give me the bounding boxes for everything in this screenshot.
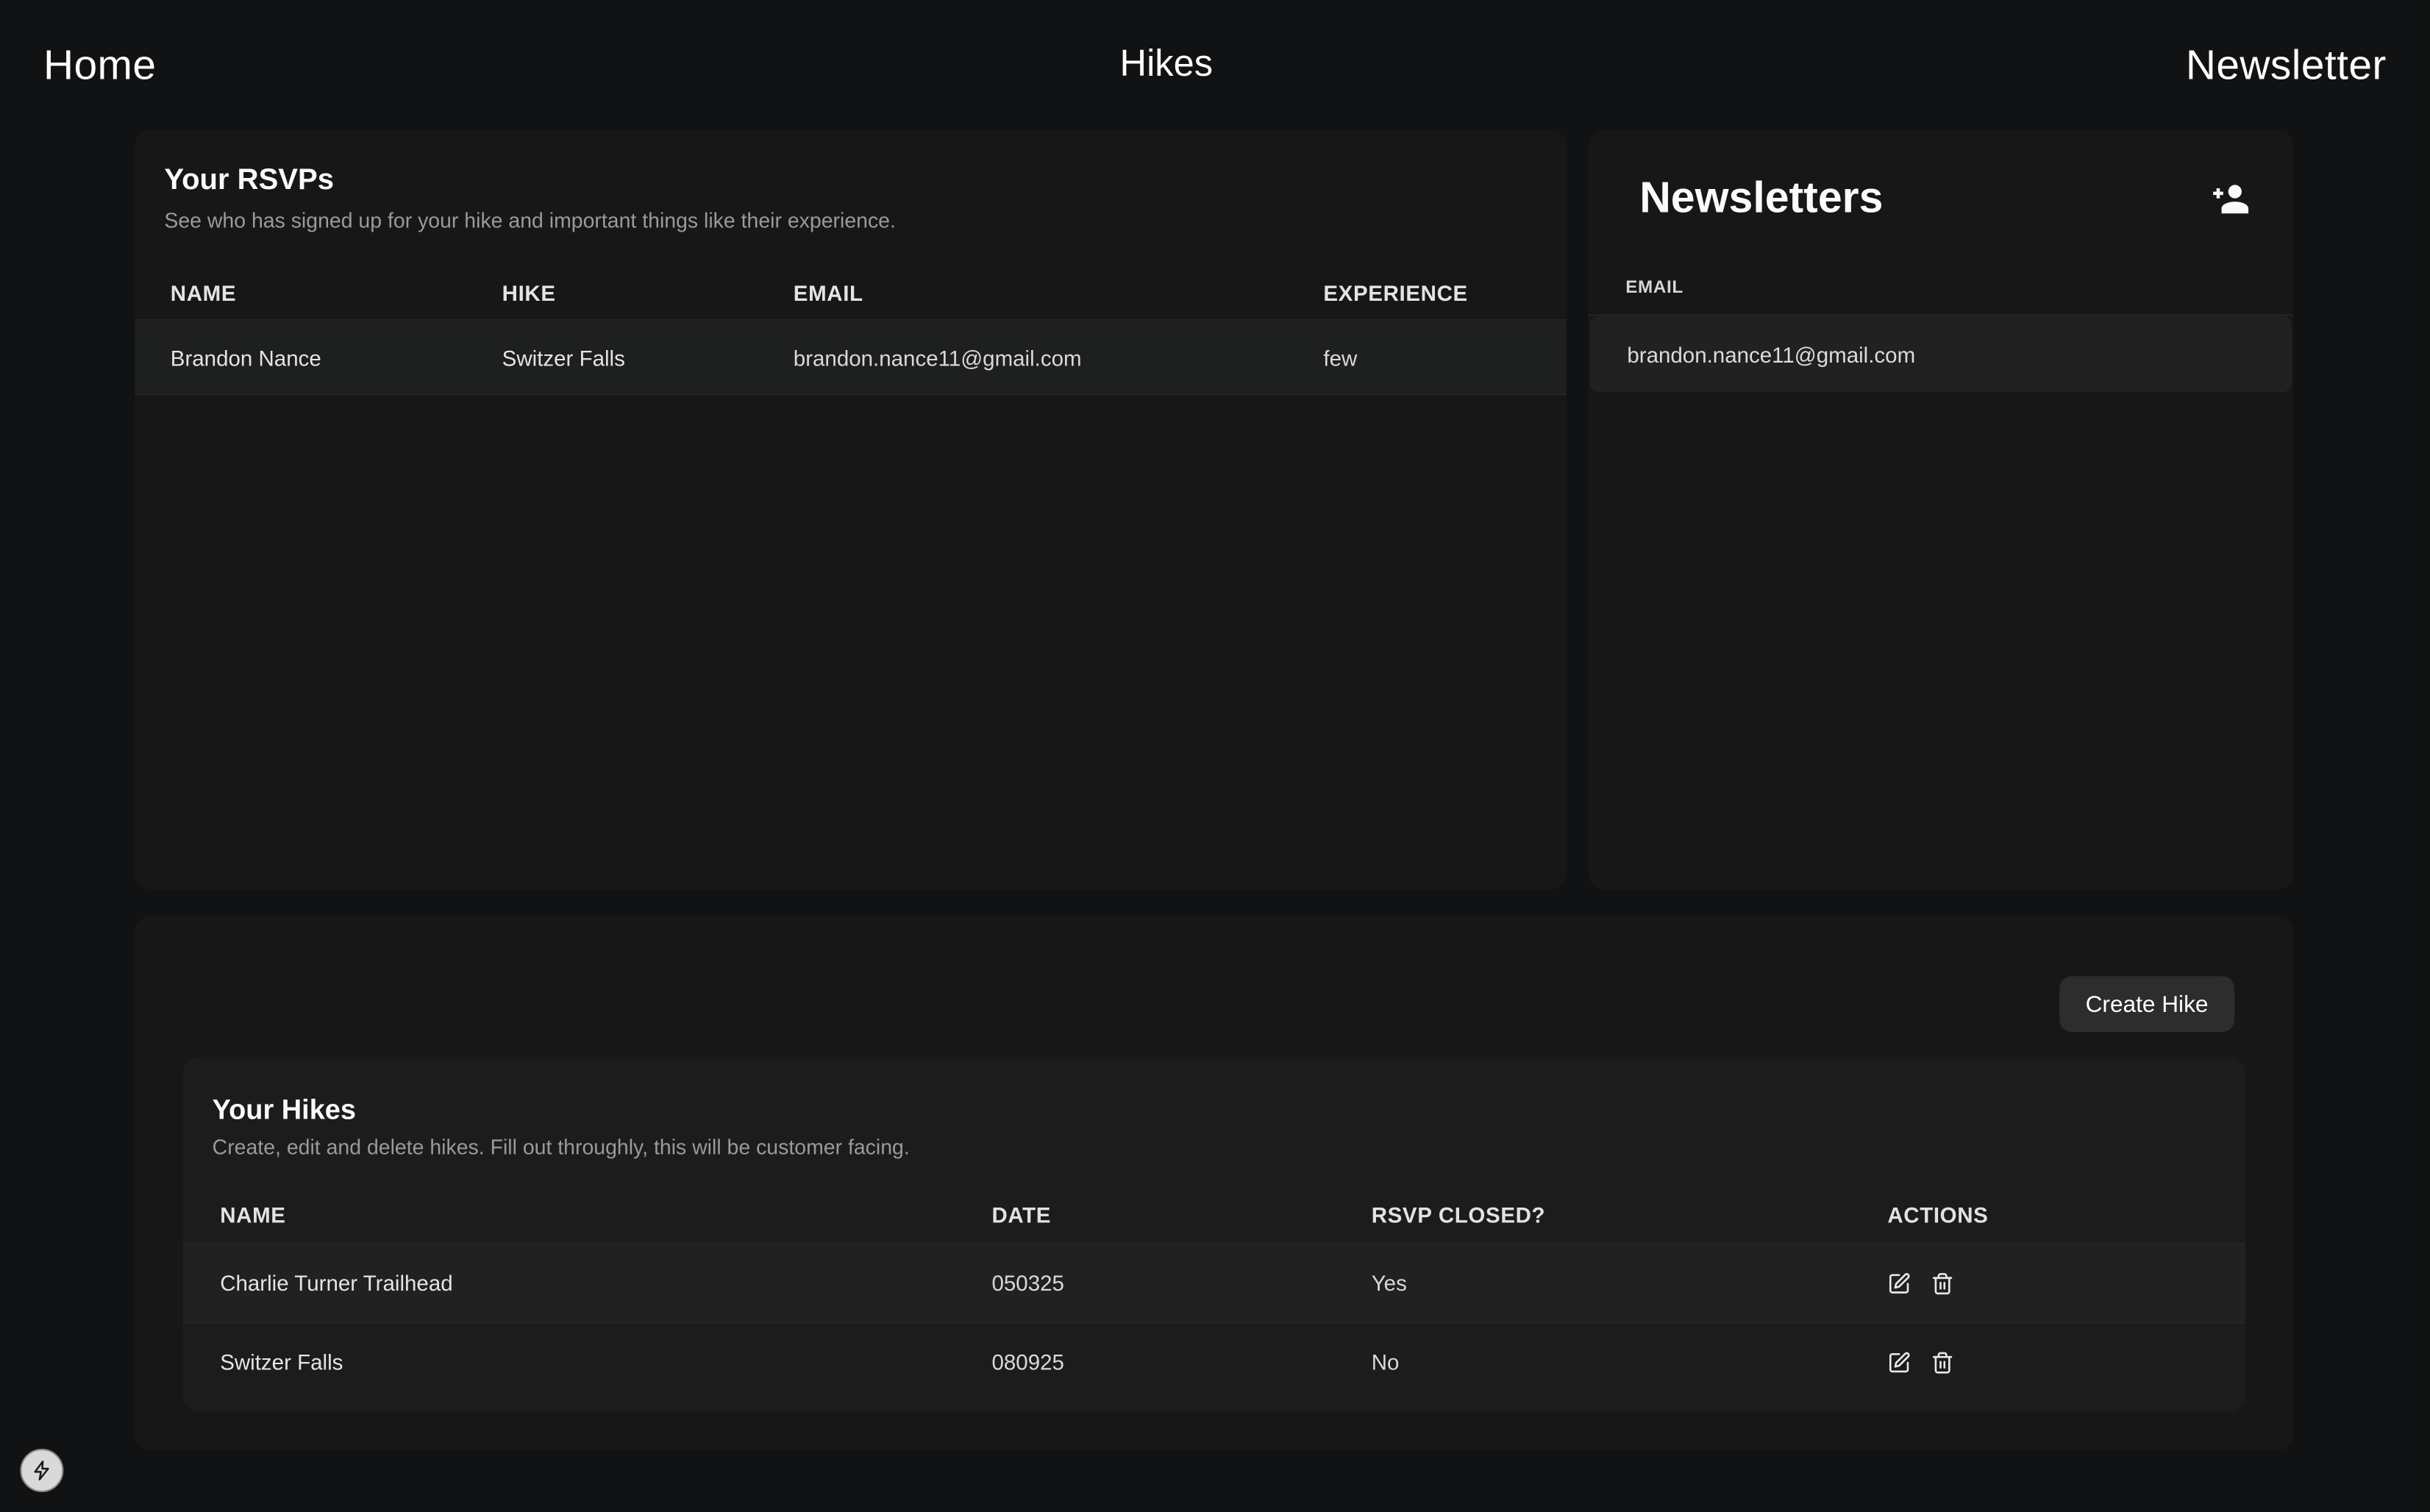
edit-icon[interactable]: [1887, 1272, 1911, 1295]
hike-date-cell: 080925: [991, 1349, 1371, 1374]
column-header-email: EMAIL: [794, 280, 1324, 305]
newsletters-table-header: EMAIL: [1589, 279, 2294, 316]
column-header-hike: HIKE: [502, 280, 794, 305]
column-header-email: EMAIL: [1625, 279, 1683, 297]
rsvps-title: Your RSVPs: [164, 164, 1567, 198]
top-panels-row: Your RSVPs See who has signed up for you…: [135, 130, 2295, 889]
hike-actions-cell: [1887, 1272, 2245, 1295]
trash-icon[interactable]: [1931, 1350, 1954, 1374]
rsvp-table-row: Brandon Nance Switzer Falls brandon.nanc…: [135, 321, 1567, 395]
hike-rsvp-closed-cell: No: [1372, 1349, 1888, 1374]
hikes-table-header: NAME DATE RSVP CLOSED? ACTIONS: [183, 1187, 2245, 1244]
rsvps-panel: Your RSVPs See who has signed up for you…: [135, 130, 1567, 889]
rsvp-email-cell: brandon.nance11@gmail.com: [794, 345, 1324, 370]
hike-table-row: Switzer Falls 080925 No: [183, 1323, 2245, 1400]
hike-table-row: Charlie Turner Trailhead 050325 Yes: [183, 1244, 2245, 1323]
rsvp-experience-cell: few: [1323, 345, 1567, 370]
newsletter-table-row: brandon.nance11@gmail.com: [1590, 316, 2292, 392]
newsletters-panel: Newsletters EMAIL brandon.nance11@gmail.…: [1589, 130, 2294, 889]
column-header-date: DATE: [991, 1202, 1371, 1227]
page-title: Hikes: [1120, 43, 1213, 87]
hikes-subtitle: Create, edit and delete hikes. Fill out …: [213, 1135, 2245, 1159]
rsvp-name-cell: Brandon Nance: [171, 345, 502, 370]
newsletters-header: Newsletters: [1589, 130, 2294, 223]
create-hike-button[interactable]: Create Hike: [2059, 976, 2235, 1032]
hike-date-cell: 050325: [991, 1271, 1371, 1296]
hike-rsvp-closed-cell: Yes: [1372, 1271, 1888, 1296]
person-add-icon[interactable]: [2210, 178, 2251, 218]
column-header-experience: EXPERIENCE: [1323, 280, 1567, 305]
top-nav: Home Hikes Newsletter: [0, 0, 2430, 130]
column-header-name: NAME: [171, 280, 502, 305]
rsvps-table-header: NAME HIKE EMAIL EXPERIENCE: [135, 266, 1567, 321]
hike-name-cell: Switzer Falls: [220, 1349, 991, 1374]
trash-icon[interactable]: [1931, 1272, 1954, 1295]
column-header-name: NAME: [220, 1202, 991, 1227]
lightning-bolt-icon[interactable]: [20, 1449, 63, 1492]
app-root: Home Hikes Newsletter Your RSVPs See who…: [0, 0, 2430, 1512]
screenshot-canvas: Home Hikes Newsletter Your RSVPs See who…: [0, 0, 2430, 1512]
rsvp-hike-cell: Switzer Falls: [502, 345, 794, 370]
newsletter-email-cell: brandon.nance11@gmail.com: [1627, 342, 1915, 367]
hike-name-cell: Charlie Turner Trailhead: [220, 1271, 991, 1296]
hikes-title: Your Hikes: [213, 1094, 2245, 1127]
nav-home-link[interactable]: Home: [43, 41, 156, 89]
nav-newsletter-link[interactable]: Newsletter: [2186, 41, 2387, 89]
hike-actions-cell: [1887, 1350, 2245, 1374]
newsletters-title: Newsletters: [1639, 174, 1883, 223]
your-hikes-card: Your Hikes Create, edit and delete hikes…: [183, 1057, 2245, 1412]
column-header-actions: ACTIONS: [1887, 1202, 2245, 1227]
edit-icon[interactable]: [1887, 1350, 1911, 1374]
hikes-panel: Create Hike Your Hikes Create, edit and …: [135, 916, 2293, 1450]
column-header-rsvp-closed: RSVP CLOSED?: [1372, 1202, 1888, 1227]
rsvps-subtitle: See who has signed up for your hike and …: [164, 209, 1567, 232]
main-content: Your RSVPs See who has signed up for you…: [0, 130, 2430, 1450]
